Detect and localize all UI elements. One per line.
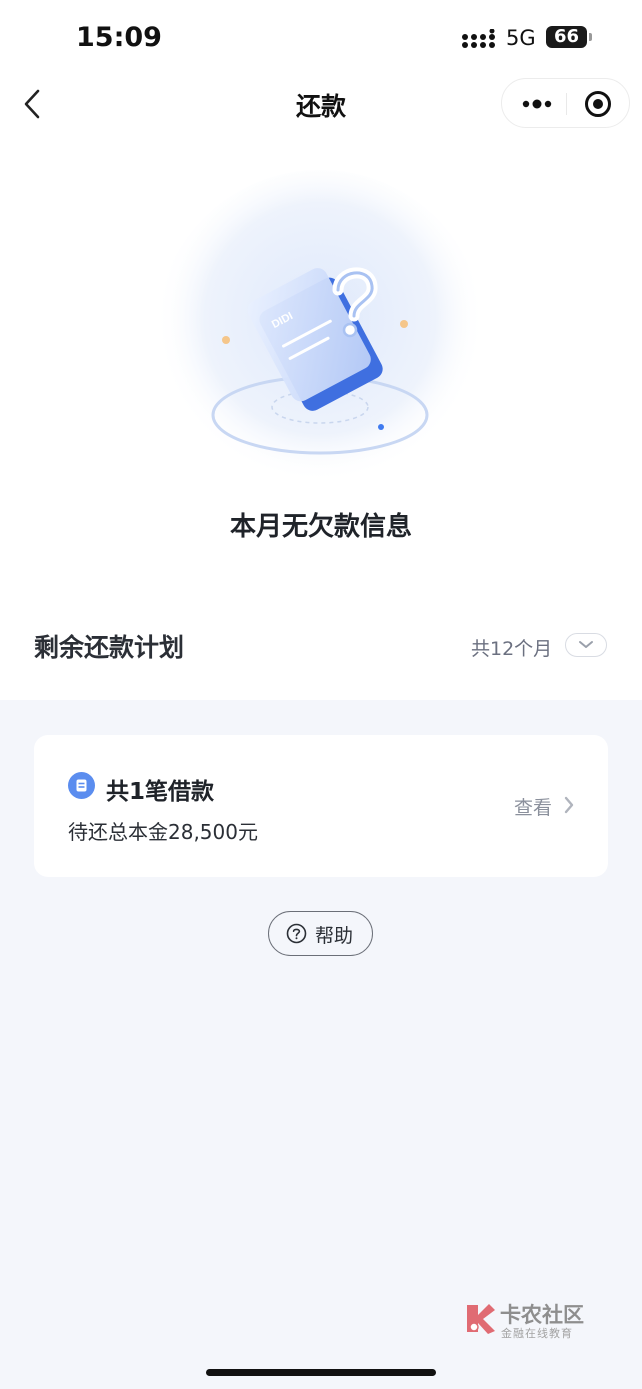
- view-link[interactable]: 查看: [514, 793, 552, 820]
- loan-summary-card[interactable]: 共1笔借款 待还总本金28,500元 查看: [34, 735, 608, 877]
- network-type: 5G: [506, 26, 536, 50]
- chevron-down-icon: [579, 641, 593, 648]
- chevron-right-icon: [564, 796, 574, 814]
- help-button[interactable]: 帮助: [268, 911, 373, 956]
- status-time: 15:09: [76, 22, 162, 53]
- plan-title: 剩余还款计划: [34, 633, 185, 662]
- empty-bill-illustration: DIDI: [155, 170, 485, 500]
- capsule-divider: [566, 93, 567, 115]
- document-icon: [68, 772, 95, 799]
- plan-count[interactable]: 共12个月: [471, 634, 552, 661]
- battery-tip: [589, 33, 592, 41]
- loan-principal-text: 待还总本金28,500元: [68, 820, 258, 844]
- watermark-logo-icon: [467, 1304, 495, 1334]
- question-circle-icon: [286, 923, 307, 944]
- signal-icon: [462, 29, 495, 48]
- help-label: 帮助: [315, 925, 354, 947]
- empty-state-title: 本月无欠款信息: [229, 512, 412, 542]
- home-indicator: [206, 1369, 436, 1376]
- battery-indicator: 66: [546, 26, 587, 48]
- target-icon[interactable]: [584, 90, 612, 118]
- loan-count-title: 共1笔借款: [106, 779, 215, 805]
- more-dots-icon[interactable]: [520, 92, 554, 116]
- mini-program-capsule: [501, 78, 630, 128]
- watermark-subtitle: 金融在线教育: [501, 1327, 573, 1340]
- expand-toggle[interactable]: [565, 633, 607, 657]
